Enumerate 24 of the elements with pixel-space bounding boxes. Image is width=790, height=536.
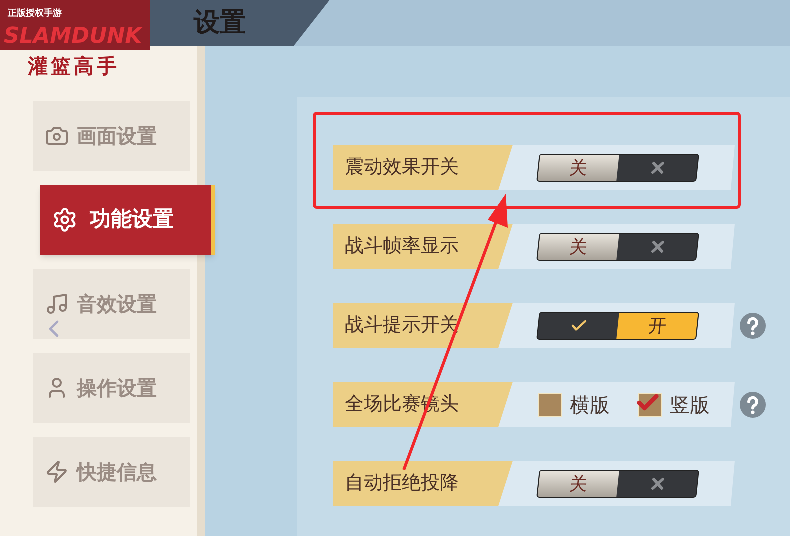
camera-icon xyxy=(45,124,69,148)
page-title: 设置 xyxy=(194,6,246,40)
on-label: 开 xyxy=(616,312,698,338)
option-label: 横版 xyxy=(570,392,610,418)
logo-drawing: 正版授权手游 SLAMDUNK 灌篮高手 xyxy=(0,0,160,95)
setting-label: 战斗帧率显示 xyxy=(333,224,513,269)
toggle-switch[interactable]: 开 xyxy=(536,312,700,340)
off-label: 关 xyxy=(538,154,620,180)
sidebar-tab[interactable]: 功能设置 xyxy=(40,185,215,255)
gear-icon xyxy=(52,207,78,233)
setting-label: 震动效果开关 xyxy=(333,145,513,190)
setting-label: 自动拒绝投降 xyxy=(333,461,513,506)
help-icon[interactable] xyxy=(739,390,767,418)
option-label: 竖版 xyxy=(670,392,710,418)
off-label: 关 xyxy=(538,234,620,260)
checkbox[interactable] xyxy=(538,392,562,416)
toggle-switch[interactable]: 关 xyxy=(536,154,700,182)
toggle-switch[interactable]: 关 xyxy=(536,232,700,260)
toggle-switch[interactable]: 关 xyxy=(536,470,700,498)
lightning-icon xyxy=(45,460,69,484)
off-label: 关 xyxy=(538,470,620,496)
help-icon[interactable] xyxy=(739,312,767,340)
checkbox[interactable] xyxy=(638,392,662,416)
music-note-icon xyxy=(45,292,69,316)
